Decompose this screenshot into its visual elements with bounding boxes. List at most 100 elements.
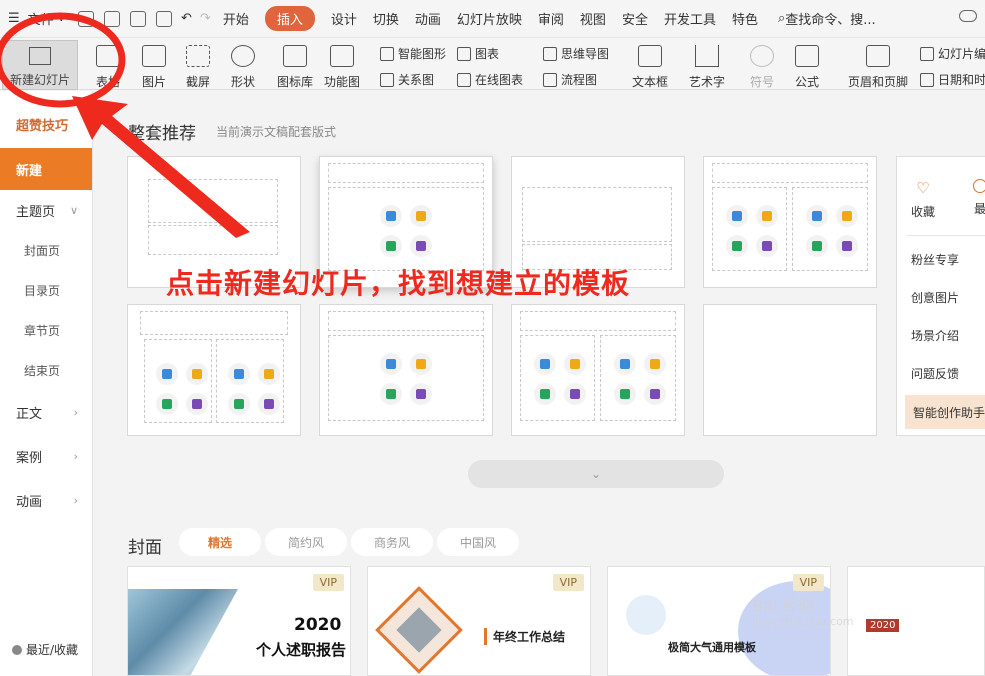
formula-button[interactable]: 公式: [795, 45, 819, 90]
chevron-right-icon: ›: [73, 493, 78, 507]
symbol-label: 符号: [750, 75, 775, 89]
watermark-logo: Bai 经验: [752, 596, 815, 615]
ai-assistant-button[interactable]: 智能创作助手: [905, 395, 985, 429]
sidebar-head[interactable]: 超赞技巧: [0, 91, 92, 134]
art-text-icon: [695, 45, 719, 67]
icon-library-button[interactable]: 图标库: [277, 45, 313, 90]
sidebar-sub-end[interactable]: 结束页: [0, 350, 92, 390]
art-text-button[interactable]: 艺术字: [689, 45, 725, 90]
flowchart-button[interactable]: 流程图: [543, 71, 597, 88]
template-year: 2020: [294, 615, 342, 635]
heart-icon: ♡: [916, 179, 930, 197]
chart-icon: [410, 353, 432, 375]
tab-start[interactable]: 开始: [223, 9, 249, 28]
sidebar-item-body[interactable]: 正文 ›: [0, 392, 92, 432]
tab-security[interactable]: 安全: [622, 9, 648, 28]
function-chart-icon: [330, 45, 354, 67]
table-icon: [156, 393, 178, 415]
sidebar-item-theme-page[interactable]: 主题页 ∨: [0, 190, 92, 230]
command-search[interactable]: ⌕ 查找命令、搜...: [778, 9, 876, 28]
filter-simple[interactable]: 简约风: [265, 528, 347, 556]
sidebar-sub-chapter[interactable]: 章节页: [0, 310, 92, 350]
mindmap-button[interactable]: 思维导图: [543, 45, 609, 62]
cloud-icon[interactable]: [959, 10, 977, 22]
preview-icon[interactable]: [156, 10, 172, 27]
chart-button[interactable]: 图表: [457, 45, 499, 62]
recent-button[interactable]: 最: [973, 179, 985, 217]
layout-card-title-content-2[interactable]: [319, 304, 493, 436]
tab-insert[interactable]: 插入: [264, 6, 315, 31]
expand-button[interactable]: ⌄: [468, 460, 724, 488]
tab-design[interactable]: 设计: [331, 9, 357, 28]
undo-icon[interactable]: ↶: [181, 11, 192, 26]
filter-featured[interactable]: 精选: [179, 528, 261, 556]
layout-card-comparison[interactable]: [127, 304, 301, 436]
template-thumb[interactable]: 2020: [847, 566, 985, 676]
redo-icon[interactable]: ↷: [200, 11, 211, 26]
screenshot-icon: [186, 45, 210, 67]
icon-library-label: 图标库: [277, 75, 314, 89]
tab-view[interactable]: 视图: [580, 9, 606, 28]
tab-transition[interactable]: 切换: [373, 9, 399, 28]
chevron-right-icon: ›: [73, 405, 78, 419]
sidebar-item-animation[interactable]: 动画 ›: [0, 480, 92, 520]
sidebar-item-new[interactable]: 新建: [0, 148, 92, 190]
menu-icon[interactable]: ☰: [8, 11, 20, 26]
panel-item-feedback[interactable]: 问题反馈: [911, 365, 959, 382]
recent-favorites[interactable]: 最近/收藏: [12, 641, 78, 658]
online-chart-button[interactable]: 在线图表: [457, 71, 523, 88]
picture-button[interactable]: 图片: [142, 45, 166, 90]
tab-features[interactable]: 特色: [732, 9, 758, 28]
template-thumb[interactable]: VIP 2020 个人述职报告: [127, 566, 351, 676]
video-icon: [410, 383, 432, 405]
template-thumb[interactable]: VIP 年终工作总结: [367, 566, 591, 676]
smart-shape-button[interactable]: 智能图形: [380, 45, 446, 62]
panel-item-creative[interactable]: 创意图片: [911, 289, 959, 306]
new-slide-label: 新建幻灯片: [9, 73, 70, 87]
relation-button[interactable]: 关系图: [380, 71, 434, 88]
save-icon[interactable]: [78, 10, 94, 27]
tab-animation[interactable]: 动画: [415, 9, 441, 28]
content-icons: [380, 353, 432, 405]
header-footer-icon: [866, 45, 890, 67]
layout-card-two-content-2[interactable]: [511, 304, 685, 436]
search-placeholder: 查找命令、搜...: [785, 13, 876, 28]
section-title: 整套推荐: [128, 124, 196, 144]
panel-item-fans[interactable]: 粉丝专享: [911, 251, 959, 268]
layout-card-blank[interactable]: [703, 304, 877, 436]
annotation-text: 点击新建幻灯片，找到想建立的模板: [166, 267, 631, 300]
header-footer-button[interactable]: 页眉和页脚: [848, 45, 908, 90]
layout-card-two-content[interactable]: [703, 156, 877, 288]
filter-chinese[interactable]: 中国风: [437, 528, 519, 556]
dropdown-chevron-icon[interactable]: ∨: [58, 13, 65, 24]
sidebar-sub-toc[interactable]: 目录页: [0, 270, 92, 310]
table-label: 表格: [96, 75, 121, 89]
slide-number-button[interactable]: 幻灯片编: [920, 45, 985, 62]
filter-business[interactable]: 商务风: [351, 528, 433, 556]
formula-label: 公式: [795, 75, 820, 89]
table-button[interactable]: 表格: [96, 45, 120, 90]
tab-slideshow[interactable]: 幻灯片放映: [457, 9, 522, 28]
chart-icon: [756, 205, 778, 227]
export-icon[interactable]: [104, 10, 120, 27]
tab-review[interactable]: 审阅: [538, 9, 564, 28]
textbox-button[interactable]: 文本框: [632, 45, 668, 90]
sidebar-item-case[interactable]: 案例 ›: [0, 436, 92, 476]
favorite-button[interactable]: ♡ 收藏: [911, 179, 935, 220]
symbol-button[interactable]: 符号: [750, 45, 774, 90]
new-slide-button[interactable]: 新建幻灯片: [2, 40, 78, 90]
panel-item-scene[interactable]: 场景介绍: [911, 327, 959, 344]
date-time-button[interactable]: 日期和时: [920, 71, 985, 88]
section-subtitle: 当前演示文稿配套版式: [216, 125, 337, 139]
sidebar-sub-cover[interactable]: 封面页: [0, 230, 92, 270]
screenshot-button[interactable]: 截屏: [186, 45, 210, 90]
tab-devtools[interactable]: 开发工具: [664, 9, 716, 28]
shape-button[interactable]: 形状: [231, 45, 255, 90]
header-footer-label: 页眉和页脚: [848, 75, 909, 89]
chart-icon: [258, 363, 280, 385]
online-chart-icon: [457, 72, 471, 87]
file-menu[interactable]: 文件: [28, 9, 54, 28]
print-icon[interactable]: [130, 10, 146, 27]
chart-icon: [836, 205, 858, 227]
function-chart-button[interactable]: 功能图: [324, 45, 360, 90]
